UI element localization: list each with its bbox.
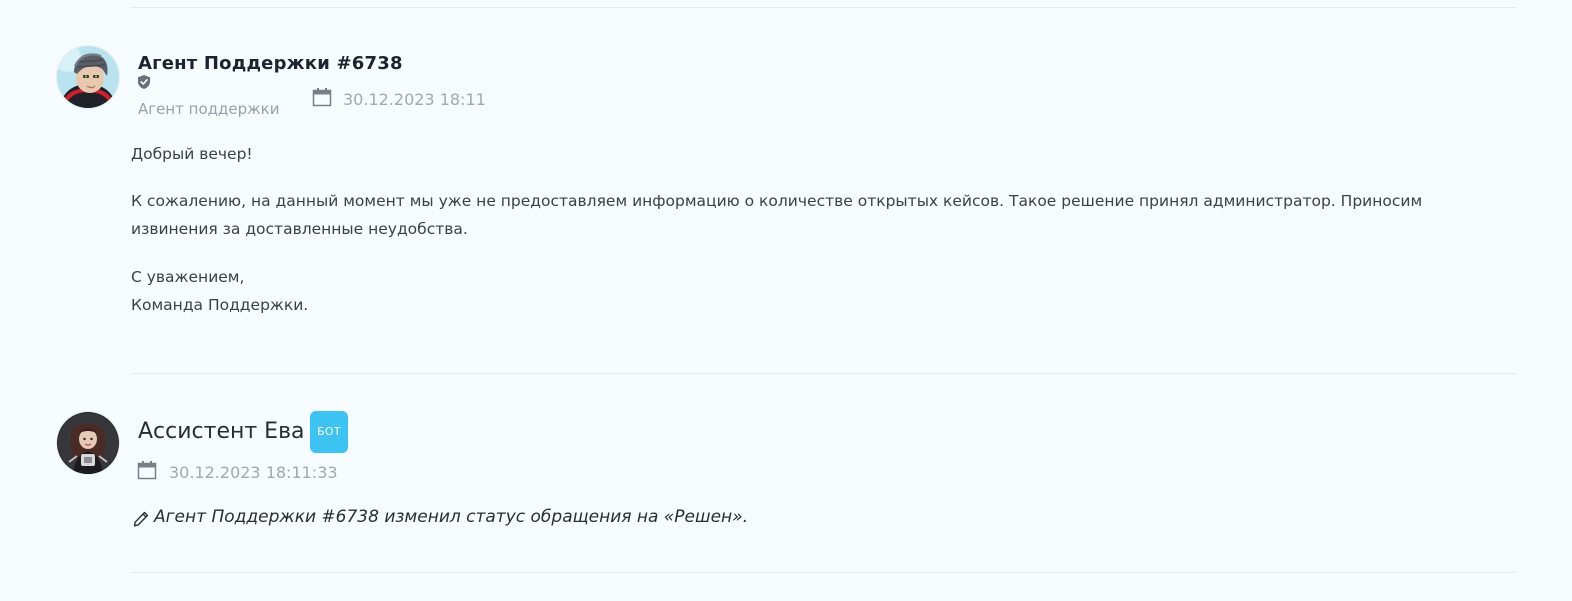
message-body-line: извинения за доставленные неудобства.: [131, 220, 468, 238]
message-signature: Команда Поддержки.: [131, 296, 309, 314]
message-body-line: К сожалению, на данный момент мы уже не …: [131, 192, 1423, 210]
message-datetime: 30.12.2023 18:11: [343, 90, 486, 109]
ticket-thread: Агент Поддержки #6738 Агент поддержки 30…: [0, 0, 1572, 601]
calendar-icon: [137, 461, 157, 480]
message-signoff: С уважением,: [131, 268, 245, 286]
divider: [131, 373, 1516, 374]
status-change-text: Агент Поддержки #6738 изменил статус обр…: [154, 507, 749, 527]
bot-badge: БОТ: [310, 411, 348, 453]
shield-check-icon: [138, 75, 150, 89]
message-datetime: 30.12.2023 18:11:33: [169, 463, 338, 482]
divider: [131, 7, 1516, 8]
message-greeting: Добрый вечер!: [131, 145, 253, 163]
author-name[interactable]: Агент Поддержки #6738: [138, 53, 403, 74]
author-name[interactable]: Ассистент Ева: [138, 419, 305, 444]
pencil-icon: [133, 511, 149, 527]
agent-avatar-image: [57, 46, 119, 108]
author-role: Агент поддержки: [138, 100, 280, 118]
agent-avatar[interactable]: [57, 46, 119, 108]
calendar-icon: [312, 88, 332, 107]
divider: [131, 572, 1516, 573]
assistant-avatar[interactable]: [57, 412, 119, 474]
assistant-avatar-image: [57, 412, 119, 474]
